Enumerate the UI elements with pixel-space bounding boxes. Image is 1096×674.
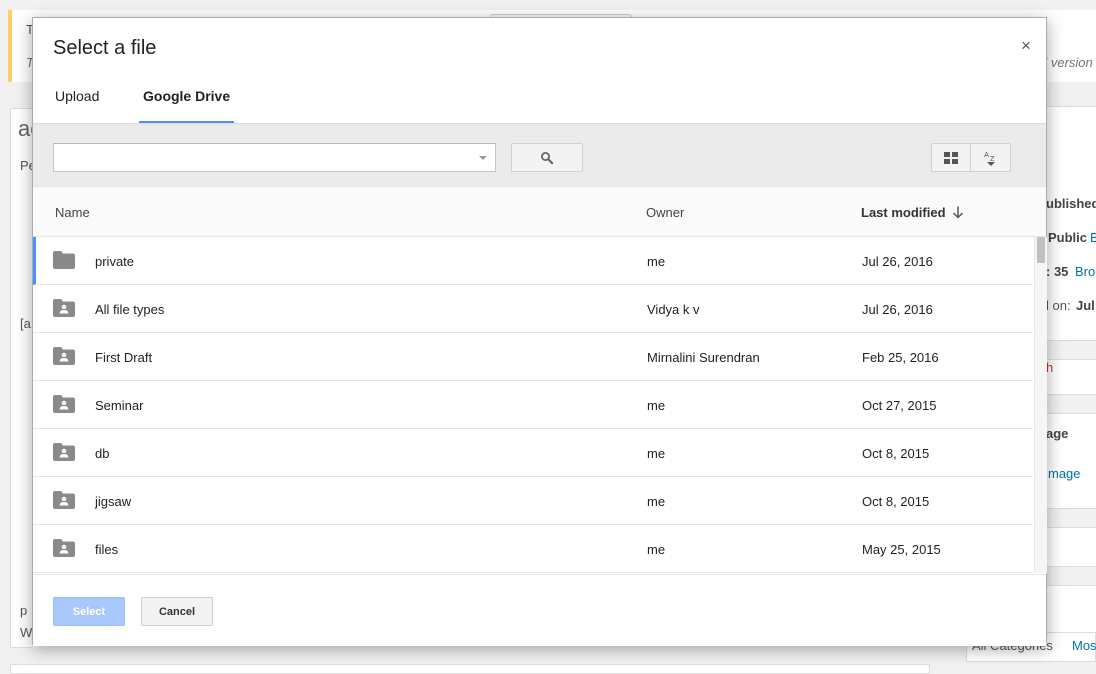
file-modified-date: Jul 26, 2016 <box>862 302 933 317</box>
file-owner: me <box>647 446 666 461</box>
file-picker-dialog: Select a file × Upload Google Drive A Z … <box>32 17 1047 646</box>
file-owner: Vidya k v <box>647 302 700 317</box>
shared-folder-icon <box>53 347 75 368</box>
background-text-fragment: : 35 <box>1046 264 1069 279</box>
publish-sidebar <box>1046 106 1096 646</box>
arrow-down-icon <box>952 206 963 219</box>
background-text-fragment: [a <box>20 316 31 331</box>
file-row[interactable]: db me Oct 8, 2015 <box>33 429 1033 477</box>
editor-panel <box>10 108 32 648</box>
shared-folder-icon <box>53 395 75 416</box>
sidebar-divider <box>1046 340 1096 360</box>
background-text-fragment: age <box>1046 426 1069 441</box>
background-text-fragment: mage <box>1048 466 1081 481</box>
shared-folder-icon <box>53 539 75 560</box>
file-modified-date: Oct 8, 2015 <box>862 494 930 509</box>
grid-icon <box>944 151 958 164</box>
file-name: jigsaw <box>95 494 132 509</box>
scrollbar[interactable] <box>1034 237 1047 573</box>
background-text-fragment: Mos <box>1072 638 1096 653</box>
file-name: files <box>95 542 119 557</box>
svg-text:Z: Z <box>990 154 995 163</box>
column-last-modified-label: Last modified <box>861 205 946 220</box>
background-text-fragment: p <box>20 603 28 618</box>
shared-folder-icon <box>53 491 75 512</box>
cancel-button[interactable]: Cancel <box>141 597 213 626</box>
background-bottom-box <box>10 664 930 674</box>
file-name: db <box>95 446 110 461</box>
dialog-tabs: Upload Google Drive <box>33 80 1046 123</box>
file-owner: Mirnalini Surendran <box>647 350 760 365</box>
file-list: private me Jul 26, 2016 All file types Vidya… <box>33 237 1033 573</box>
file-owner: me <box>647 398 666 413</box>
file-owner: me <box>647 254 666 269</box>
sidebar-divider <box>1046 394 1096 414</box>
file-row[interactable]: All file types Vidya k v Jul 26, 2016 <box>33 285 1033 333</box>
file-row[interactable]: files me May 25, 2015 <box>33 525 1033 573</box>
background-text-fragment: W <box>20 625 33 640</box>
file-modified-date: May 25, 2015 <box>862 542 941 557</box>
scrollbar-thumb[interactable] <box>1037 237 1045 263</box>
file-row[interactable]: jigsaw me Oct 8, 2015 <box>33 477 1033 525</box>
background-text-fragment: Public <box>1048 230 1088 245</box>
column-last-modified[interactable]: Last modified <box>861 205 964 220</box>
file-modified-date: Oct 8, 2015 <box>862 446 930 461</box>
sort-az-icon: A Z <box>984 150 995 166</box>
search-button[interactable] <box>511 143 583 172</box>
background-text-fragment: l on: <box>1046 298 1071 313</box>
dialog-footer: Select Cancel <box>33 574 1046 646</box>
column-owner[interactable]: Owner <box>646 205 684 220</box>
select-button[interactable]: Select <box>53 597 125 626</box>
svg-text:A: A <box>984 150 989 159</box>
picker-toolbar: A Z <box>33 123 1046 187</box>
background-text-fragment: Bro <box>1075 264 1096 279</box>
tab-upload[interactable]: Upload <box>55 80 99 123</box>
column-name[interactable]: Name <box>55 205 90 220</box>
background-text-fragment: Jul <box>1076 298 1095 313</box>
file-modified-date: Jul 26, 2016 <box>862 254 933 269</box>
background-text-fragment: B <box>1090 230 1096 245</box>
shared-folder-icon <box>53 443 75 464</box>
search-box <box>53 143 496 172</box>
search-icon <box>541 151 554 164</box>
dialog-title: Select a file <box>53 37 157 59</box>
tab-google-drive[interactable]: Google Drive <box>139 80 235 123</box>
close-icon[interactable]: × <box>1016 36 1036 56</box>
grid-view-button[interactable] <box>931 143 971 172</box>
sidebar-divider <box>1046 566 1096 586</box>
file-modified-date: Feb 25, 2016 <box>862 350 939 365</box>
file-row[interactable]: private me Jul 26, 2016 <box>33 237 1033 285</box>
file-name: First Draft <box>95 350 153 365</box>
file-row[interactable]: First Draft Mirnalini Surendran Feb 25, 20… <box>33 333 1033 381</box>
file-name: Seminar <box>95 398 144 413</box>
background-text-fragment: ublished <box>1046 196 1096 211</box>
background-text-fragment: h <box>1046 360 1054 375</box>
file-modified-date: Oct 27, 2015 <box>862 398 937 413</box>
sort-options-button[interactable]: A Z <box>971 143 1011 172</box>
file-list-header: Name Owner Last modified <box>33 187 1046 237</box>
shared-folder-icon <box>53 299 75 320</box>
file-owner: me <box>647 494 666 509</box>
folder-icon <box>53 251 75 272</box>
file-owner: me <box>647 542 666 557</box>
sidebar-divider <box>1046 508 1096 528</box>
file-name: private <box>95 254 135 269</box>
background-text-fragment: d version <box>1040 55 1093 70</box>
file-name: All file types <box>95 302 165 317</box>
search-input[interactable] <box>54 144 464 171</box>
chevron-down-icon[interactable] <box>479 156 487 160</box>
file-row[interactable]: Seminar me Oct 27, 2015 <box>33 381 1033 429</box>
